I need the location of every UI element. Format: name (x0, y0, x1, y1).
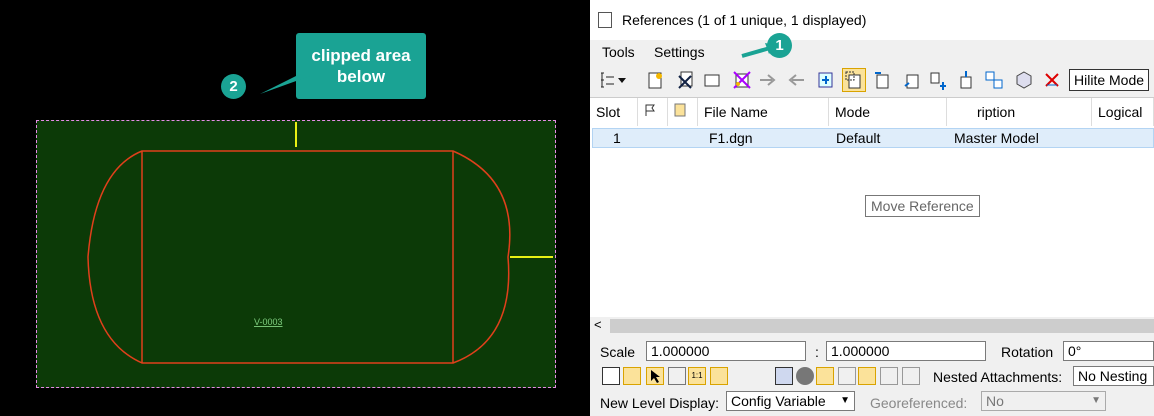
menu-tools[interactable]: Tools (602, 44, 635, 60)
new-level-display-label: New Level Display: (600, 395, 720, 411)
tooltip-icon[interactable] (880, 367, 898, 385)
new-level-display-select[interactable]: Config Variable ▼ (726, 391, 855, 411)
lights-icon[interactable] (816, 367, 834, 385)
mirror-horizontal-icon[interactable] (928, 70, 948, 90)
hilite-arrow-icon[interactable] (758, 70, 778, 90)
reload-reference-icon[interactable] (702, 70, 722, 90)
horizontal-scrollbar[interactable]: < (590, 317, 1154, 335)
references-dialog: References (1 of 1 unique, 1 displayed) … (590, 0, 1154, 416)
raster-icon[interactable] (838, 367, 856, 385)
toolbar: Hilite Mode (590, 64, 1154, 96)
chevron-down-icon: ▼ (840, 395, 850, 406)
tank-label: V-0003 (254, 317, 283, 327)
lock-icon[interactable] (902, 367, 920, 385)
level-icon[interactable] (775, 367, 793, 385)
snap-icon[interactable] (623, 367, 641, 385)
col-logical[interactable]: Logical (1092, 98, 1154, 126)
tank-drawing: V-0003 (87, 122, 553, 364)
display-icon[interactable] (602, 367, 620, 385)
tank-outline (87, 150, 511, 364)
scale-reference-icon[interactable] (872, 70, 892, 90)
attachment-icon[interactable] (668, 367, 686, 385)
callout-line1: clipped area (311, 46, 411, 65)
col-type[interactable] (668, 98, 698, 126)
back-arrow-icon[interactable] (786, 70, 806, 90)
mirror-vertical-icon[interactable] (956, 70, 976, 90)
scroll-left-arrow-icon[interactable]: < (594, 317, 602, 332)
georeferenced-select[interactable]: No ▼ (981, 391, 1106, 411)
exchange-reference-icon[interactable] (732, 70, 752, 90)
callout-bubble: clipped area below (296, 33, 426, 99)
scale-label: Scale (600, 344, 636, 360)
ignore-attach-icon[interactable] (734, 367, 752, 385)
flag-icon (645, 104, 655, 116)
callout-pointer (260, 76, 310, 94)
references-table: Slot File Name Mode ription Logical 1 F1… (590, 97, 1154, 318)
clip-delete-icon[interactable] (1042, 70, 1062, 90)
detach-reference-icon[interactable] (676, 70, 696, 90)
tree-view-dropdown-icon[interactable] (598, 70, 628, 90)
attach-reference-icon[interactable] (646, 70, 666, 90)
scale-field-1[interactable]: 1.000000 (646, 341, 806, 361)
scale-line-icon[interactable] (710, 367, 728, 385)
nested-attachments-select[interactable]: No Nesting (1073, 366, 1154, 386)
cell-model: Default (836, 130, 881, 146)
menu-bar: Tools Settings (590, 40, 1154, 64)
col-description[interactable]: ription (947, 98, 1092, 126)
rotation-field[interactable]: 0° (1063, 341, 1154, 361)
cell-description: Master Model (954, 130, 1039, 146)
col-flag[interactable] (638, 98, 668, 126)
georeferenced-label: Georeferenced: (870, 395, 968, 411)
tooltip: Move Reference (865, 195, 980, 217)
move-reference-icon[interactable] (842, 68, 866, 92)
cad-view[interactable]: V-0003 clipped area below 2 (0, 0, 588, 416)
cell-file-name: F1.dgn (709, 130, 753, 146)
file-type-icon (674, 103, 686, 117)
scale-separator: : (815, 344, 819, 360)
badge-2: 2 (221, 74, 246, 99)
nested-attachments-label: Nested Attachments: (933, 369, 1063, 385)
copy-reference-icon[interactable] (816, 70, 836, 90)
scale-field-2[interactable]: 1.000000 (826, 341, 986, 361)
rotation-label: Rotation (1001, 344, 1054, 360)
window-title: References (1 of 1 unique, 1 displayed) (622, 12, 867, 28)
col-model[interactable]: Mode (829, 98, 947, 126)
table-row[interactable]: 1 F1.dgn Default Master Model (592, 128, 1154, 148)
rotate-reference-icon[interactable] (902, 70, 922, 90)
title-bar: References (1 of 1 unique, 1 displayed) (590, 0, 1154, 40)
cell-slot: 1 (613, 130, 621, 146)
chevron-down-icon: ▼ (1091, 395, 1101, 406)
callout-line2: below (336, 67, 386, 86)
col-file-name[interactable]: File Name (698, 98, 829, 126)
annotation-icon[interactable] (858, 367, 876, 385)
true-scale-icon[interactable]: 1:1 (688, 367, 706, 385)
col-slot[interactable]: Slot (590, 98, 638, 126)
menu-settings[interactable]: Settings (654, 44, 705, 60)
scroll-track[interactable] (610, 319, 1154, 333)
use-lights-icon[interactable] (754, 367, 772, 385)
hilite-mode-button[interactable]: Hilite Mode (1069, 69, 1150, 91)
clip-boundary-icon[interactable] (984, 70, 1004, 90)
color-icon[interactable] (796, 367, 814, 385)
arrow-1 (741, 43, 776, 58)
locate-icon[interactable] (646, 367, 664, 385)
clip-mask-icon[interactable] (1014, 70, 1034, 90)
references-icon (598, 12, 612, 28)
